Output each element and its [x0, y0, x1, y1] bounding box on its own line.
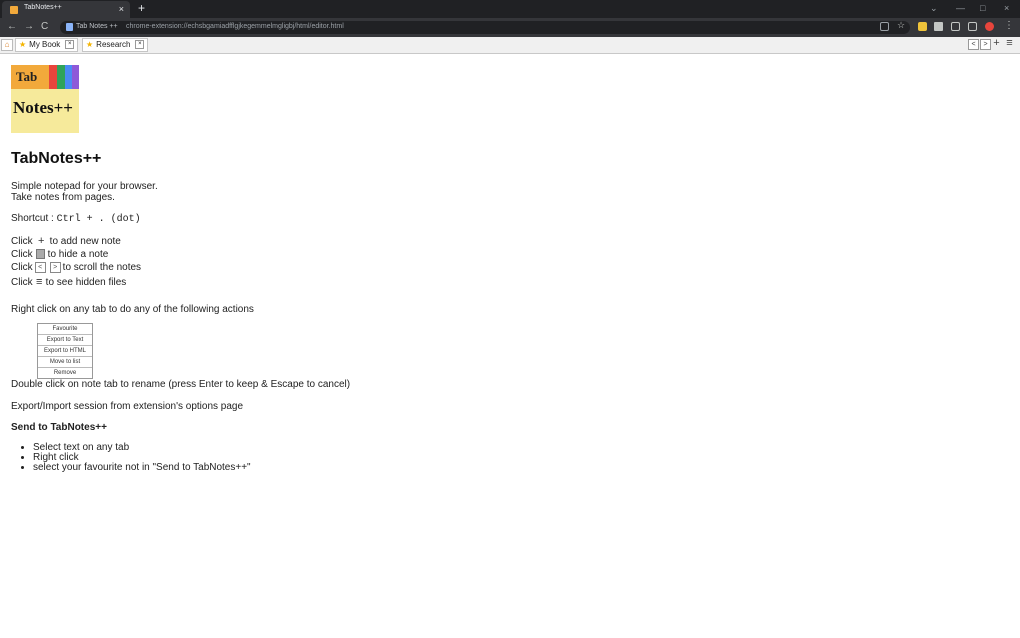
close-tab-icon[interactable]: × [119, 3, 124, 15]
browser-tab[interactable]: TabNotes++ × [2, 1, 130, 18]
list-item: Select text on any tab [33, 443, 711, 453]
scroll-left-icon: < [34, 262, 46, 273]
star-icon[interactable]: ☆ [897, 21, 906, 30]
help-content: TabNotes++ Simple notepad for your brows… [11, 150, 711, 473]
browser-toolbar: ← → C Tab Notes ++ chrome-extension://ec… [0, 18, 1020, 37]
hide-note-icon[interactable]: × [135, 40, 145, 50]
favourite-star-icon: ★ [86, 40, 94, 49]
menu-item-export-html: Export to HTML [38, 346, 92, 358]
url-text[interactable]: chrome-extension://echsbgamiadfflgjkegem… [126, 23, 344, 30]
forward-icon[interactable]: → [24, 21, 34, 33]
logo-stripe [49, 65, 57, 89]
help-text: to scroll the notes [62, 262, 142, 274]
help-text: Click [11, 277, 33, 289]
hide-note-icon[interactable]: × [65, 40, 75, 50]
intro-line-1: Simple notepad for your browser. [11, 181, 158, 192]
note-tab-research[interactable]: ★ Research × [82, 38, 149, 52]
right-click-help: Right click on any tab to do any of the … [11, 304, 254, 316]
help-scroll-notes: Click < > to scroll the notes [11, 262, 711, 273]
double-click-help: Double click on note tab to rename (pres… [11, 379, 351, 391]
tab-search-icon[interactable]: ⌄ [930, 3, 938, 13]
help-text: Click [11, 236, 33, 247]
folder-icon[interactable] [918, 22, 927, 31]
menu-item-export-text: Export to Text [38, 335, 92, 347]
profile-icon[interactable] [985, 22, 994, 31]
address-bar[interactable]: Tab Notes ++ chrome-extension://echsbgam… [60, 21, 910, 34]
export-import-help: Export/Import session from extension's o… [11, 401, 244, 413]
reading-list-icon[interactable] [951, 22, 960, 31]
favourite-star-icon: ★ [19, 40, 27, 49]
tabnotes-logo: Tab Notes++ [11, 65, 79, 133]
scroll-right-icon: > [49, 262, 61, 273]
logo-stripe [72, 65, 79, 89]
logo-stripe [57, 65, 65, 89]
logo-bottom-text: Notes++ [13, 98, 73, 117]
scroll-left-button[interactable]: < [968, 39, 979, 50]
side-panel-icon[interactable] [968, 22, 977, 31]
hidden-notes-menu-button[interactable]: ≡ [1005, 38, 1014, 49]
hamburger-icon: ≡ [35, 276, 43, 289]
intro-line-2: Take notes from pages. [11, 192, 115, 203]
scroll-right-button[interactable]: > [980, 39, 991, 50]
home-icon[interactable]: ⌂ [1, 39, 13, 51]
new-tab-button[interactable]: + [138, 1, 145, 15]
close-window-button[interactable]: × [1004, 3, 1009, 13]
hide-note-icon [35, 249, 45, 260]
extensions-icon[interactable] [934, 22, 943, 31]
menu-item-favourite: Favourite [38, 324, 92, 336]
menu-item-remove: Remove [53, 370, 77, 377]
help-text: to see hidden files [45, 277, 127, 289]
help-text: to hide a note [47, 249, 109, 260]
maximize-button[interactable]: □ [980, 3, 985, 13]
context-menu-illustration: Favourite Export to Text Export to HTML … [37, 323, 93, 380]
logo-stripe [65, 65, 72, 89]
page-title: TabNotes++ [11, 150, 102, 167]
shortcut-keys: Ctrl + . (dot) [56, 214, 141, 225]
help-hidden-files: Click ≡ to see hidden files [11, 276, 711, 289]
browser-tab-title: TabNotes++ [24, 4, 62, 11]
send-to-heading: Send to TabNotes++ [11, 422, 107, 434]
minimize-button[interactable]: — [956, 3, 965, 13]
send-steps-list: Select text on any tab Right click selec… [11, 443, 711, 473]
tabnotes-favicon-icon [10, 6, 18, 14]
help-text: Click [11, 249, 33, 260]
help-hide-note: Click to hide a note [11, 249, 711, 260]
help-text: Click [11, 262, 33, 274]
back-icon[interactable]: ← [7, 21, 17, 33]
shortcut-line: Shortcut : Ctrl + . (dot) [11, 213, 711, 225]
notes-tabbar: ⌂ ★ My Book × ★ Research × < > + ≡ [0, 37, 1020, 54]
extension-name: Tab Notes ++ [76, 23, 118, 30]
note-tab-my-book[interactable]: ★ My Book × [15, 38, 79, 52]
share-icon[interactable] [880, 22, 889, 31]
reload-icon[interactable]: C [41, 21, 48, 33]
help-add-note: Click + to add new note [11, 235, 711, 248]
plus-icon: + [37, 235, 45, 247]
extension-icon [66, 23, 73, 31]
menu-icon[interactable]: ⋮ [1004, 21, 1014, 31]
menu-item-move-to-list: Move to list [38, 357, 92, 369]
shortcut-label: Shortcut : [11, 213, 57, 224]
add-note-button[interactable]: + [992, 38, 1001, 49]
list-item: select your favourite not in "Send to Ta… [33, 463, 711, 473]
note-tab-label: My Book [29, 40, 61, 49]
help-text: to add new note [49, 236, 121, 247]
browser-titlebar: TabNotes++ × + ⌄ — □ × [0, 0, 1020, 18]
note-tab-label: Research [96, 40, 131, 49]
logo-top-text: Tab [16, 69, 38, 84]
